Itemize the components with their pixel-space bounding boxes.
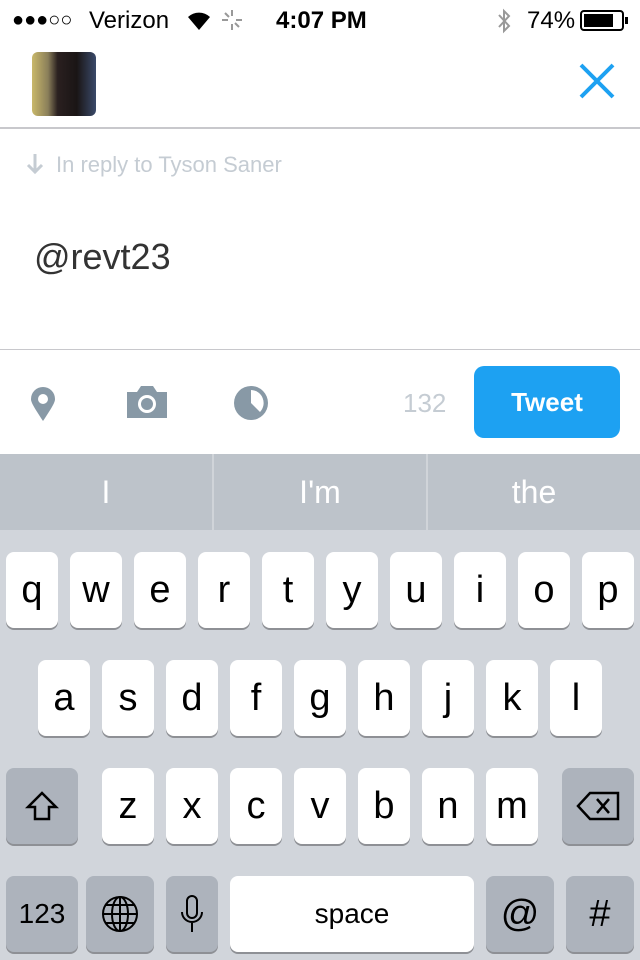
predictive-bar: I I'm the [0, 454, 640, 530]
key-a[interactable]: a [38, 660, 90, 736]
status-bar: ●●●○○ Verizon 4:07 PM 74% [0, 0, 640, 40]
globe-key[interactable] [86, 876, 154, 952]
key-h[interactable]: h [358, 660, 410, 736]
key-z[interactable]: z [102, 768, 154, 844]
delete-key[interactable] [562, 768, 634, 844]
key-m[interactable]: m [486, 768, 538, 844]
battery-percent: 74% [527, 7, 576, 34]
hash-key[interactable]: # [566, 876, 634, 952]
key-n[interactable]: n [422, 768, 474, 844]
globe-icon [102, 896, 138, 932]
dictation-key[interactable] [166, 876, 218, 952]
key-s[interactable]: s [102, 660, 154, 736]
key-d[interactable]: d [166, 660, 218, 736]
suggestion[interactable]: the [428, 454, 640, 530]
wifi-icon [188, 12, 210, 30]
suggestion[interactable]: I'm [214, 454, 428, 530]
key-l[interactable]: l [550, 660, 602, 736]
key-x[interactable]: x [166, 768, 218, 844]
key-p[interactable]: p [582, 552, 634, 628]
loading-icon [222, 10, 242, 30]
key-f[interactable]: f [230, 660, 282, 736]
backspace-icon [576, 791, 620, 821]
character-count: 132 [403, 388, 447, 418]
key-o[interactable]: o [518, 552, 570, 628]
tweet-button[interactable]: Tweet [474, 366, 620, 438]
poll-icon[interactable] [233, 385, 269, 421]
battery-icon [580, 10, 628, 31]
reply-label: In reply to Tyson Saner [56, 152, 282, 177]
suggestion[interactable]: I [0, 454, 214, 530]
reply-context: In reply to Tyson Saner [26, 152, 282, 178]
compose-header [0, 40, 640, 129]
key-b[interactable]: b [358, 768, 410, 844]
camera-icon[interactable] [125, 384, 169, 420]
key-j[interactable]: j [422, 660, 474, 736]
numbers-key[interactable]: 123 [6, 876, 78, 952]
location-icon[interactable] [29, 386, 57, 422]
clock: 4:07 PM [276, 7, 367, 34]
key-r[interactable]: r [198, 552, 250, 628]
key-i[interactable]: i [454, 552, 506, 628]
space-key[interactable]: space [230, 876, 474, 952]
key-e[interactable]: e [134, 552, 186, 628]
key-g[interactable]: g [294, 660, 346, 736]
key-c[interactable]: c [230, 768, 282, 844]
key-t[interactable]: t [262, 552, 314, 628]
shift-key[interactable] [6, 768, 78, 844]
key-w[interactable]: w [70, 552, 122, 628]
key-q[interactable]: q [6, 552, 58, 628]
shift-icon [25, 791, 59, 821]
key-v[interactable]: v [294, 768, 346, 844]
key-u[interactable]: u [390, 552, 442, 628]
key-y[interactable]: y [326, 552, 378, 628]
tweet-text-input[interactable]: @revt23 [34, 236, 171, 278]
key-k[interactable]: k [486, 660, 538, 736]
microphone-icon [181, 895, 203, 932]
signal-strength: ●●●○○ [12, 9, 73, 31]
at-key[interactable]: @ [486, 876, 554, 952]
close-icon[interactable] [578, 62, 616, 100]
compose-toolbar: 132 Tweet [0, 349, 640, 454]
carrier: Verizon [89, 7, 170, 34]
bluetooth-icon [498, 8, 511, 34]
arrow-down-icon [26, 154, 44, 175]
keyboard: q w e r t y u i o p a s d f g h j k l z x c v b n m 123 space @ # [0, 530, 640, 960]
avatar[interactable] [32, 52, 96, 116]
